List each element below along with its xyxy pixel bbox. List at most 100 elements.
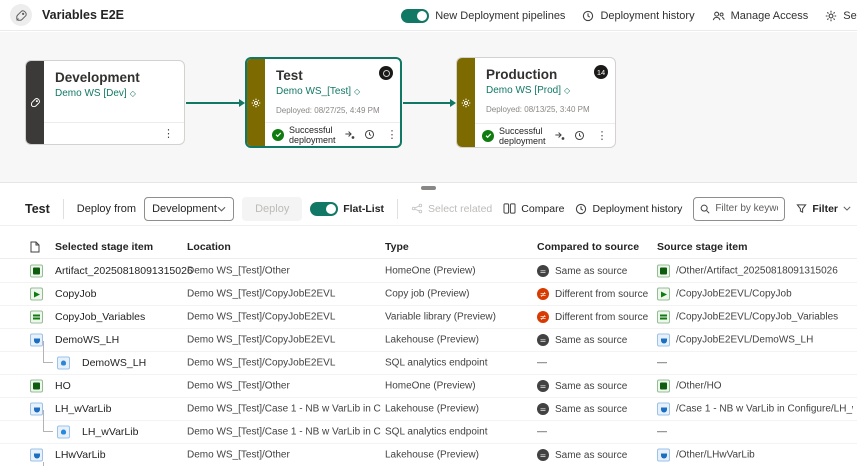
col-location[interactable]: Location <box>187 241 231 253</box>
deployment-history-button[interactable]: Deployment history <box>582 10 694 22</box>
stage-card-test[interactable]: Test Demo WS_[Test] ◇ Deployed: 08/27/25… <box>245 57 402 148</box>
stage-workspace-link[interactable]: Demo WS_[Test] ◇ <box>276 86 392 97</box>
table-row[interactable]: CopyJob_Variables Demo WS_[Test]/CopyJob… <box>0 306 857 329</box>
different-from-source-icon: ≠ <box>537 288 549 300</box>
toggle-on-icon[interactable] <box>401 9 429 23</box>
deployment-history-button[interactable]: Deployment history <box>575 203 682 215</box>
manage-access-button[interactable]: Manage Access <box>712 10 809 22</box>
col-type[interactable]: Type <box>385 241 409 253</box>
stage-more-button[interactable]: ⋮ <box>594 129 611 142</box>
workspace-diamond-icon: ◇ <box>130 89 136 98</box>
same-as-source-icon: = <box>537 265 549 277</box>
table-row[interactable]: CopyJob Demo WS_[Test]/CopyJobE2EVL Copy… <box>0 283 857 306</box>
search-icon <box>700 204 710 214</box>
stage-strip-production <box>457 58 475 147</box>
stage-title: Development <box>55 70 176 85</box>
stage-strip-test <box>247 59 265 146</box>
col-selected-stage-item[interactable]: Selected stage item <box>55 241 153 253</box>
related-nodes-icon <box>411 203 423 214</box>
homeone-item-icon <box>30 265 43 278</box>
same-as-source-icon: = <box>537 403 549 415</box>
variable-library-item-icon <box>657 311 670 324</box>
stage-workspace-link[interactable]: Demo WS [Prod] ◇ <box>486 85 607 96</box>
table-row[interactable]: Artifact_20250818091315026 Demo WS_[Test… <box>0 260 857 283</box>
flat-list-toggle[interactable]: Flat-List <box>310 202 384 216</box>
deployment-status: Successful deployment <box>482 126 546 146</box>
copyjob-item-icon <box>657 288 670 301</box>
divider <box>63 199 64 219</box>
rocket-icon <box>30 97 41 108</box>
copyjob-item-icon <box>30 288 43 301</box>
sql-endpoint-item-icon <box>57 357 70 370</box>
history-icon[interactable] <box>364 129 375 140</box>
tree-line <box>43 462 44 466</box>
funnel-icon <box>796 203 807 214</box>
table-header: Selected stage item Location Type Compar… <box>0 240 857 259</box>
lakehouse-item-icon <box>657 403 670 416</box>
lakehouse-item-icon <box>657 334 670 347</box>
lakehouse-item-icon <box>30 403 43 416</box>
deploy-icon[interactable] <box>344 129 355 140</box>
deploy-from-dropdown[interactable]: Development <box>144 197 234 221</box>
homeone-item-icon <box>657 265 670 278</box>
selected-stage-title: Test <box>25 202 50 216</box>
check-circle-icon <box>482 130 494 142</box>
new-pipelines-toggle[interactable]: New Deployment pipelines <box>401 9 565 23</box>
stage-more-button[interactable]: ⋮ <box>160 127 177 140</box>
history-icon[interactable] <box>574 130 585 141</box>
col-source-stage-item[interactable]: Source stage item <box>657 241 747 253</box>
gear-icon <box>825 10 837 22</box>
table-row-child[interactable]: DemoWS_LH Demo WS_[Test]/CopyJobE2EVL SQ… <box>0 352 857 375</box>
table-row[interactable]: LH_wVarLib Demo WS_[Test]/Case 1 - NB w … <box>0 398 857 421</box>
deployment-status: Successful deployment <box>272 125 336 145</box>
compare-button[interactable]: Compare <box>503 203 564 215</box>
rocket-icon <box>15 9 28 22</box>
select-related-button[interactable]: Select related <box>411 203 492 215</box>
history-icon <box>575 203 587 215</box>
splitter-handle-icon[interactable] <box>421 186 436 190</box>
pipeline-canvas: Development Demo WS [Dev] ◇ ⋮ Test <box>0 32 857 183</box>
gear-icon <box>251 98 261 108</box>
people-icon <box>712 10 725 22</box>
items-table: Artifact_20250818091315026 Demo WS_[Test… <box>0 260 857 466</box>
search-input[interactable] <box>715 203 778 214</box>
deploy-button[interactable]: Deploy <box>242 197 302 221</box>
same-as-source-icon: = <box>537 449 549 461</box>
gear-icon <box>461 98 471 108</box>
settings-button[interactable]: Settings <box>825 10 857 22</box>
stage-deployed-time: Deployed: 08/27/25, 4:49 PM <box>276 106 392 115</box>
table-row-child[interactable]: LH_wVarLib Demo WS_[Test]/Case 1 - NB w … <box>0 421 857 444</box>
document-icon <box>30 241 40 253</box>
page-title: Variables E2E <box>42 8 124 22</box>
table-row[interactable]: LHwVarLib Demo WS_[Test]/Other Lakehouse… <box>0 444 857 466</box>
col-compared-to-source[interactable]: Compared to source <box>537 241 639 253</box>
keyword-filter-searchbox[interactable] <box>693 197 785 221</box>
homeone-item-icon <box>30 380 43 393</box>
deploy-icon[interactable] <box>554 130 565 141</box>
stage-more-button[interactable]: ⋮ <box>384 128 401 141</box>
table-row[interactable]: HO Demo WS_[Test]/Other HomeOne (Preview… <box>0 375 857 398</box>
lakehouse-item-icon <box>30 334 43 347</box>
tree-elbow-icon <box>43 341 53 363</box>
variable-library-item-icon <box>30 311 43 324</box>
deploy-from-label: Deploy from <box>77 203 136 215</box>
tree-elbow-icon <box>43 410 53 432</box>
stage-card-production[interactable]: 14 Production Demo WS [Prod] ◇ Deployed:… <box>456 57 616 148</box>
stage-workspace-link[interactable]: Demo WS [Dev] ◇ <box>55 88 176 99</box>
divider <box>397 199 398 219</box>
workspace-diamond-icon: ◇ <box>354 87 360 96</box>
toggle-on-icon[interactable] <box>310 202 338 216</box>
filter-button[interactable]: Filter <box>796 203 851 215</box>
chevron-down-icon <box>217 206 226 212</box>
panel-splitter[interactable] <box>0 184 857 192</box>
stage-badge <box>379 66 393 80</box>
stage-title: Production <box>486 67 607 82</box>
same-as-source-icon: = <box>537 334 549 346</box>
different-from-source-icon: ≠ <box>537 311 549 323</box>
stage-arrow <box>186 102 240 104</box>
stage-card-development[interactable]: Development Demo WS [Dev] ◇ ⋮ <box>25 60 185 145</box>
pipeline-avatar <box>10 4 32 26</box>
table-row[interactable]: DemoWS_LH Demo WS_[Test]/CopyJobE2EVL La… <box>0 329 857 352</box>
stage-strip-development <box>26 61 44 144</box>
check-circle-icon <box>272 129 284 141</box>
